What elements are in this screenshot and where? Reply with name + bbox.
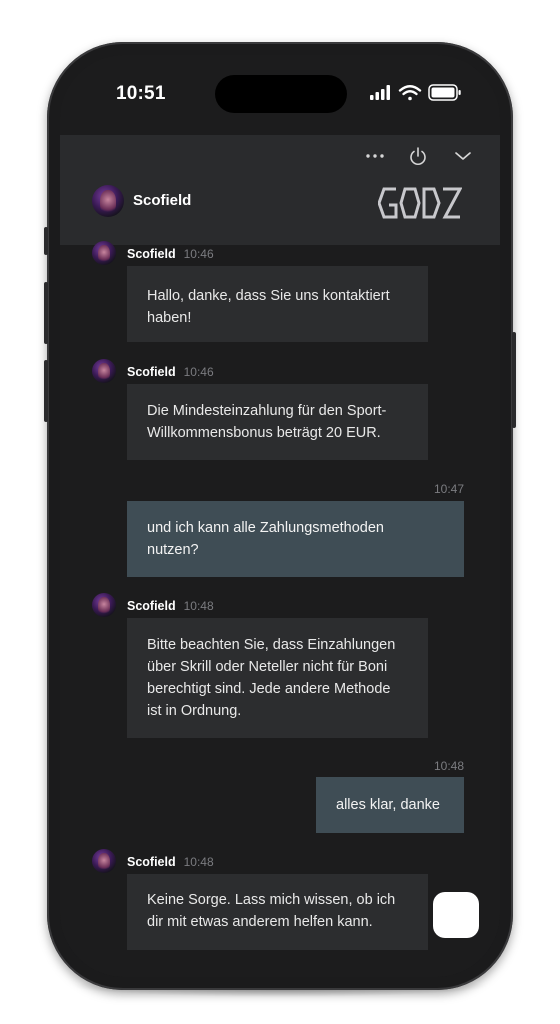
signal-icon: [370, 85, 390, 100]
message-time: 10:48: [433, 759, 464, 773]
dynamic-island: [215, 75, 347, 113]
chat-launcher-button[interactable]: [433, 892, 479, 938]
message-line: über Skrill oder Neteller nicht für Boni: [147, 659, 388, 675]
more-icon[interactable]: [365, 145, 385, 170]
power-button: [512, 332, 516, 428]
sender-name: Scofield: [127, 599, 176, 613]
agent-avatar: [92, 241, 116, 265]
message-line: Keine Sorge. Lass mich wissen, ob ich: [147, 892, 396, 908]
message-line: ist in Ordnung.: [147, 703, 242, 719]
sender-name: Scofield: [127, 247, 176, 261]
action-button: [44, 227, 48, 255]
message-line: haben!: [147, 310, 192, 326]
status-icons: [370, 84, 461, 101]
message-line: Hallo, danke, dass Sie uns kontaktiert: [147, 288, 390, 304]
message-time: 10:48: [183, 599, 214, 613]
message-line: alles klar, danke: [336, 797, 440, 813]
message-line: dir mit etwas anderem helfen kann.: [147, 914, 373, 930]
message-line: Willkommensbonus beträgt 20 EUR.: [147, 425, 381, 441]
message-line: nutzen?: [147, 542, 199, 558]
sender-name: Scofield: [127, 855, 176, 869]
chat-header: Scofield: [60, 135, 500, 245]
agent-avatar: [92, 593, 116, 617]
agent-avatar: [92, 185, 124, 217]
agent-avatar: [92, 849, 116, 873]
message-time: 10:46: [183, 247, 214, 261]
message-time: 10:46: [183, 365, 214, 379]
agent-message-bubble: Die Mindesteinzahlung für den Sport- Wil…: [127, 384, 428, 460]
agent-message-bubble: Keine Sorge. Lass mich wissen, ob ich di…: [127, 874, 428, 950]
phone-screen: 10:51 Scofield Scofield 10:46 Hallo, dan…: [60, 55, 500, 977]
agent-name: Scofield: [133, 192, 192, 209]
message-time: 10:48: [183, 855, 214, 869]
chevron-down-icon[interactable]: [453, 145, 473, 170]
message-line: Bitte beachten Sie, dass Einzahlungen: [147, 637, 396, 653]
message-line: und ich kann alle Zahlungsmethoden: [147, 520, 384, 536]
volume-down-button: [44, 360, 48, 422]
message-time: 10:47: [433, 482, 464, 496]
sender-name: Scofield: [127, 365, 176, 379]
clock: 10:51: [116, 83, 166, 104]
message-line: Die Mindesteinzahlung für den Sport-: [147, 403, 387, 419]
agent-message-bubble: Hallo, danke, dass Sie uns kontaktiert h…: [127, 266, 428, 342]
user-message-bubble: und ich kann alle Zahlungsmethoden nutze…: [127, 501, 464, 577]
wifi-icon: [398, 85, 422, 101]
power-icon[interactable]: [408, 145, 428, 172]
message-line: berechtigt sind. Jede andere Methode: [147, 681, 391, 697]
status-bar: 10:51: [60, 55, 500, 135]
message-list[interactable]: Scofield 10:46 Hallo, danke, dass Sie uns…: [60, 241, 500, 977]
agent-avatar: [92, 359, 116, 383]
agent-message-bubble: Bitte beachten Sie, dass Einzahlungen üb…: [127, 618, 428, 738]
volume-up-button: [44, 282, 48, 344]
brand-logo: [378, 187, 462, 219]
battery-icon: [428, 84, 461, 101]
user-message-bubble: alles klar, danke: [316, 777, 464, 833]
